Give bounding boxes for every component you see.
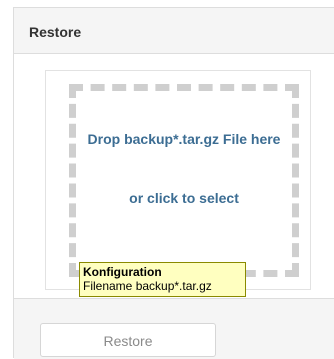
dropzone-select-hint: or click to select <box>129 190 239 206</box>
panel-footer: Restore <box>14 298 334 359</box>
restore-panel: Restore Drop backup*.tar.gz File here or… <box>13 7 334 359</box>
restore-button[interactable]: Restore <box>40 323 216 357</box>
tooltip: Konfiguration Filename backup*.tar.gz <box>79 262 246 297</box>
dropzone-frame: Drop backup*.tar.gz File here or click t… <box>45 70 311 290</box>
dropzone-instruction: Drop backup*.tar.gz File here <box>87 131 281 147</box>
file-dropzone[interactable]: Drop backup*.tar.gz File here or click t… <box>69 84 299 277</box>
tooltip-title: Konfiguration <box>83 265 162 279</box>
panel-title: Restore <box>29 24 82 40</box>
panel-header: Restore <box>14 8 334 54</box>
tooltip-text: Filename backup*.tar.gz <box>83 279 212 293</box>
